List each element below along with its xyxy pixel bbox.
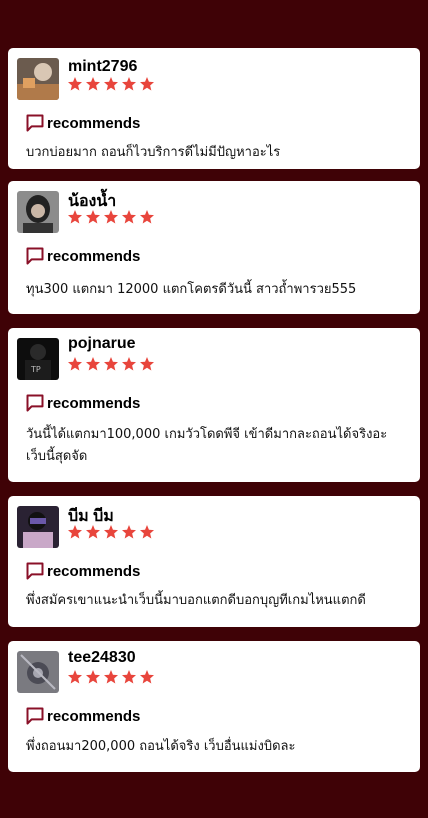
star-icon [86,210,100,224]
star-icon [122,670,136,684]
user-photo-icon [17,58,59,100]
star-icon [104,525,118,539]
star-icon [122,77,136,91]
review-card: mint2796 recommends บวกบ่อยมาก ถอนก็ไวบร… [8,48,420,169]
star-icon [86,525,100,539]
star-icon [68,525,82,539]
review-text: พึ่งสมัครเขาแนะนำเว็บนี้มาบอกแตกดีบอกบุญ… [26,593,366,608]
star-rating [67,209,155,225]
recommends-label: recommends [47,707,141,725]
star-icon [122,210,136,224]
star-icon [86,357,100,371]
avatar[interactable] [17,651,59,693]
avatar[interactable]: TP [17,338,59,380]
review-card: น้องน้ำ recommends ทุน300 แตกมา 12000 แต… [8,181,420,314]
speech-bubble-icon [26,114,44,132]
user-photo-icon [17,191,59,233]
svg-text:TP: TP [30,365,41,374]
review-card: TP pojnarue recommends วันนี้ได้แตกมา100… [8,328,420,482]
recommends-label: recommends [47,114,141,132]
review-text: บวกบ่อยมาก ถอนก็ไวบริการดีไม่มีปัญหาอะไร [26,145,281,160]
user-photo-icon [17,651,59,693]
review-text: พึ่งถอนมา200,000 ถอนได้จริง เว็บอื่นแม่ง… [26,739,296,754]
star-icon [68,670,82,684]
recommends-label: recommends [47,247,141,265]
speech-bubble-icon [26,562,44,580]
recommends-row: recommends [25,113,140,133]
user-photo-icon [17,506,59,548]
recommends-row: recommends [25,706,140,726]
speech-bubble-icon [26,394,44,412]
username[interactable]: tee24830 [68,649,136,667]
recommends-label: recommends [47,394,141,412]
star-rating [67,524,155,540]
recommends-row: recommends [25,246,140,266]
review-text: ทุน300 แตกมา 12000 แตกโคตรดีวันนี้ สาวถ้… [26,282,357,297]
star-icon [140,525,154,539]
star-rating [67,356,155,372]
username[interactable]: mint2796 [68,58,137,76]
star-rating [67,76,155,92]
star-icon [104,77,118,91]
star-icon [122,525,136,539]
star-icon [104,210,118,224]
speech-bubble-icon [26,707,44,725]
star-icon [140,210,154,224]
star-icon [68,77,82,91]
star-icon [140,670,154,684]
avatar[interactable] [17,191,59,233]
avatar[interactable] [17,58,59,100]
star-icon [68,210,82,224]
avatar[interactable] [17,506,59,548]
speech-bubble-icon [26,247,44,265]
star-icon [104,670,118,684]
review-card: tee24830 recommends พึ่งถอนมา200,000 ถอน… [8,641,420,772]
star-icon [86,77,100,91]
recommends-label: recommends [47,562,141,580]
star-icon [104,357,118,371]
star-icon [140,77,154,91]
recommends-row: recommends [25,561,140,581]
review-text: วันนี้ได้แตกมา100,000 เกมวัวโดดพีจี เข้า… [26,427,388,464]
username[interactable]: pojnarue [68,335,136,353]
recommends-row: recommends [25,393,140,413]
star-icon [122,357,136,371]
star-icon [86,670,100,684]
review-card: บีม บีม recommends พึ่งสมัครเขาแนะนำเว็บ… [8,496,420,627]
review-list: mint2796 recommends บวกบ่อยมาก ถอนก็ไวบร… [0,0,428,818]
user-photo-icon: TP [17,338,59,380]
star-icon [140,357,154,371]
star-icon [68,357,82,371]
star-rating [67,669,155,685]
